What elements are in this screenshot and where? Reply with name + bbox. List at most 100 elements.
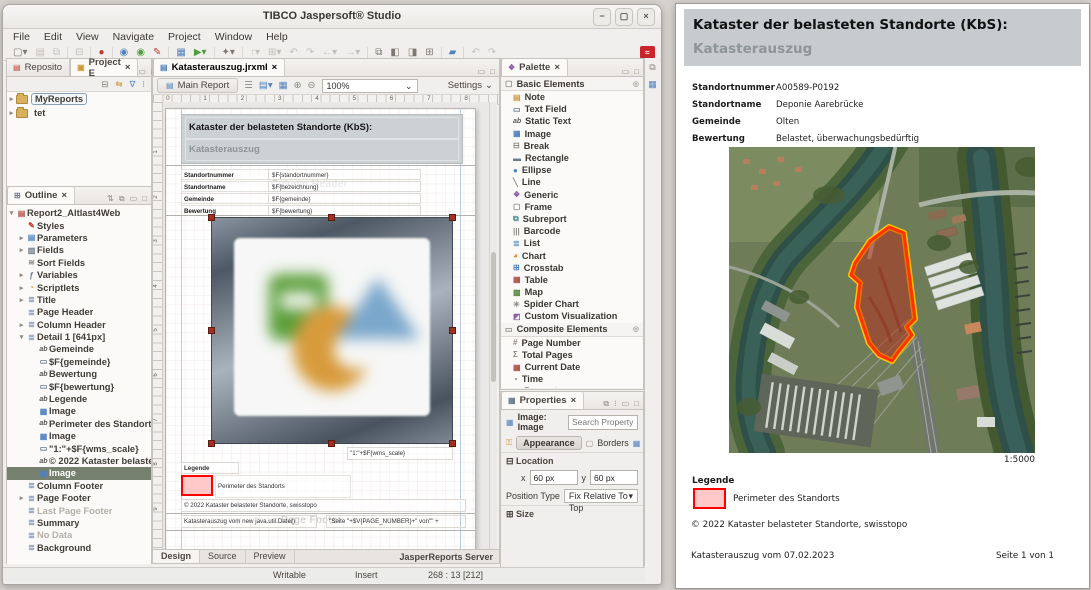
close-tab-icon[interactable]: × — [571, 395, 577, 406]
palette-item[interactable]: ⊞ Crosstab — [501, 262, 643, 274]
maximize-panel-icon[interactable]: □ — [634, 67, 639, 76]
toolbar-icon[interactable]: ⧉ — [49, 47, 64, 58]
expand-icon[interactable]: ▸ — [17, 284, 26, 292]
outline-tree-item[interactable]: ▾ ▤ Report2_Altlast4Web — [7, 207, 151, 219]
toolbar-icon[interactable]: ↶ — [463, 47, 483, 58]
tab-properties[interactable]: ▦ Properties × — [501, 391, 584, 409]
view-menu-icon[interactable]: ⁝ — [142, 79, 145, 90]
toolbar-icon[interactable]: ◧ — [386, 47, 403, 58]
toolbar-icon[interactable]: ⧉ — [367, 47, 386, 58]
scrollbar-thumb[interactable] — [491, 252, 496, 382]
palette-item[interactable]: ◕ Chart — [501, 249, 643, 261]
x-input[interactable] — [530, 470, 578, 485]
toolbar-icon[interactable]: ◨ — [404, 47, 421, 58]
toolbar-icon[interactable]: ▰ — [441, 47, 461, 58]
toolbar-icon[interactable]: ↑▾ — [242, 47, 264, 58]
tab-source[interactable]: Source — [200, 550, 246, 563]
expand-icon[interactable]: ▸ — [7, 109, 16, 117]
expand-icon[interactable]: ▸ — [17, 234, 26, 242]
palette-item[interactable]: ▩ Map — [501, 286, 643, 298]
tab-palette[interactable]: ❖ Palette × — [501, 58, 568, 76]
palette-item[interactable]: ▬ Rectangle — [501, 152, 643, 164]
toolbar-icon[interactable]: ◉ — [132, 47, 149, 58]
outline-tree-item[interactable]: ▦ Image — [7, 467, 151, 479]
menu-item[interactable]: Navigate — [113, 31, 154, 43]
outline-tree-item[interactable]: ≣ Summary — [7, 517, 151, 529]
position-type-select[interactable]: Fix Relative To Top ▾ — [564, 489, 638, 503]
toolbar-icon[interactable]: ↷ — [302, 47, 318, 58]
toolbar-icon[interactable]: ↶ — [285, 47, 301, 58]
outline-tree-item[interactable]: ab Legende — [7, 393, 151, 405]
title-bar[interactable]: TIBCO Jaspersoft® Studio − ▢ × — [3, 5, 661, 29]
palette-item[interactable]: ≣ List — [501, 237, 643, 249]
menu-item[interactable]: File — [13, 31, 30, 43]
toolbar-icon[interactable]: ↷ — [484, 47, 500, 58]
zoom-level-select[interactable]: 100%⌄ — [322, 79, 418, 93]
maximize-panel-icon[interactable]: □ — [490, 67, 495, 76]
toolbar-icon[interactable]: ⊟ — [67, 47, 87, 58]
selection-handle[interactable] — [449, 214, 456, 221]
search-property-input[interactable] — [568, 415, 638, 430]
design-footer-right[interactable]: "Seite "+$V{PAGE_NUMBER}+" von"" + — [326, 515, 466, 528]
palette-item[interactable]: ▦ Image — [501, 128, 643, 140]
design-field-row[interactable]: Standortnummer $F{standortnummer} — [181, 169, 421, 180]
outline-tree-item[interactable]: ▦ Image — [7, 405, 151, 417]
design-legend-swatch[interactable] — [181, 475, 213, 496]
design-title-band[interactable]: Kataster der belasteten Standorte (KbS):… — [181, 114, 463, 164]
minimize-button[interactable]: − — [593, 8, 611, 26]
outline-tree-item[interactable]: ▸ ƒ Variables — [7, 269, 151, 281]
outline-tree-item[interactable]: ✎ Styles — [7, 219, 151, 231]
maximize-panel-icon[interactable]: □ — [634, 399, 639, 409]
toolbar-icon[interactable]: ▦ — [168, 47, 189, 58]
palette-item[interactable]: ◩ Custom Visualization — [501, 310, 643, 322]
tab-design[interactable]: Design — [153, 550, 200, 563]
filter-icon[interactable]: ∇ — [130, 79, 136, 90]
tab-katasterauszug-jrxml[interactable]: ▤ Katasterauszug.jrxml × — [153, 58, 285, 76]
selection-handle[interactable] — [328, 214, 335, 221]
maximize-button[interactable]: ▢ — [615, 8, 633, 26]
design-legend-label[interactable]: Legende — [181, 462, 239, 474]
design-footer-left[interactable]: Katasterauszug vom new java.util.Date() — [181, 515, 317, 528]
pin-view-icon[interactable]: ⧉ — [603, 399, 609, 409]
report-page[interactable]: Kataster der belasteten Standorte (KbS):… — [165, 108, 476, 550]
palette-item[interactable]: ▭ Text Field — [501, 103, 643, 115]
palette-item[interactable]: ▤ Note — [501, 91, 643, 103]
design-field-row[interactable]: Standortname $F{bezeichnung} — [181, 181, 421, 192]
maximize-panel-icon[interactable]: □ — [142, 194, 147, 204]
palette-item[interactable]: ╲ Line — [501, 176, 643, 188]
menu-item[interactable]: Help — [266, 31, 288, 43]
outline-tree-item[interactable]: ▸ ≣ Column Header — [7, 319, 151, 331]
palette-item[interactable]: ❖ Generic — [501, 189, 643, 201]
outline-tree-item[interactable]: ▭ "1:"+$F{wms_scale} — [7, 442, 151, 454]
outline-tree-item[interactable]: ▸ ≣ Page Footer — [7, 492, 151, 504]
tab-project-explorer[interactable]: ▣ Project E × — [70, 58, 138, 76]
design-field-row[interactable]: Gemeinde $F{gemeinde} — [181, 193, 421, 204]
menu-item[interactable]: Project — [168, 31, 201, 43]
outline-tree-item[interactable]: ≣ Page Header — [7, 306, 151, 318]
palette-group-basic[interactable]: ▢ Basic Elements ◎ — [501, 77, 643, 91]
palette-item[interactable]: ▦ Table — [501, 274, 643, 286]
expand-icon[interactable]: ▾ — [7, 209, 16, 217]
pin-icon[interactable]: ◎ — [633, 325, 643, 333]
palette-item[interactable]: ab Static Text — [501, 115, 643, 127]
expand-icon[interactable]: ▸ — [17, 321, 26, 329]
location-section[interactable]: ⊟ Location — [501, 453, 643, 468]
close-tab-icon[interactable]: × — [125, 62, 131, 73]
palette-item[interactable]: % Percentage — [501, 385, 643, 388]
tab-borders[interactable]: Borders — [597, 438, 629, 448]
palette-item[interactable]: Σ Total Pages — [501, 349, 643, 361]
toolbar-icon[interactable]: ✦▾ — [214, 47, 239, 58]
outline-tree-item[interactable]: ▸ ◔ Scriptlets — [7, 281, 151, 293]
expand-icon[interactable]: ▸ — [17, 271, 26, 279]
outline-tree-item[interactable]: ≣ Last Page Footer — [7, 504, 151, 516]
minimize-panel-icon[interactable]: ▭ — [138, 67, 146, 76]
close-tab-icon[interactable]: × — [61, 190, 67, 201]
expand-icon[interactable]: ▸ — [17, 246, 26, 254]
toolbar-icon[interactable]: →▾ — [341, 47, 364, 58]
palette-group-composite[interactable]: ▭ Composite Elements ◎ — [501, 323, 643, 337]
outline-tree-item[interactable]: ▦ Image — [7, 430, 151, 442]
snapshot-icon[interactable]: ▦ — [279, 80, 288, 91]
expand-icon[interactable]: ▾ — [17, 333, 26, 341]
selection-handle[interactable] — [208, 214, 215, 221]
palette-item[interactable]: ⊟ Break — [501, 140, 643, 152]
